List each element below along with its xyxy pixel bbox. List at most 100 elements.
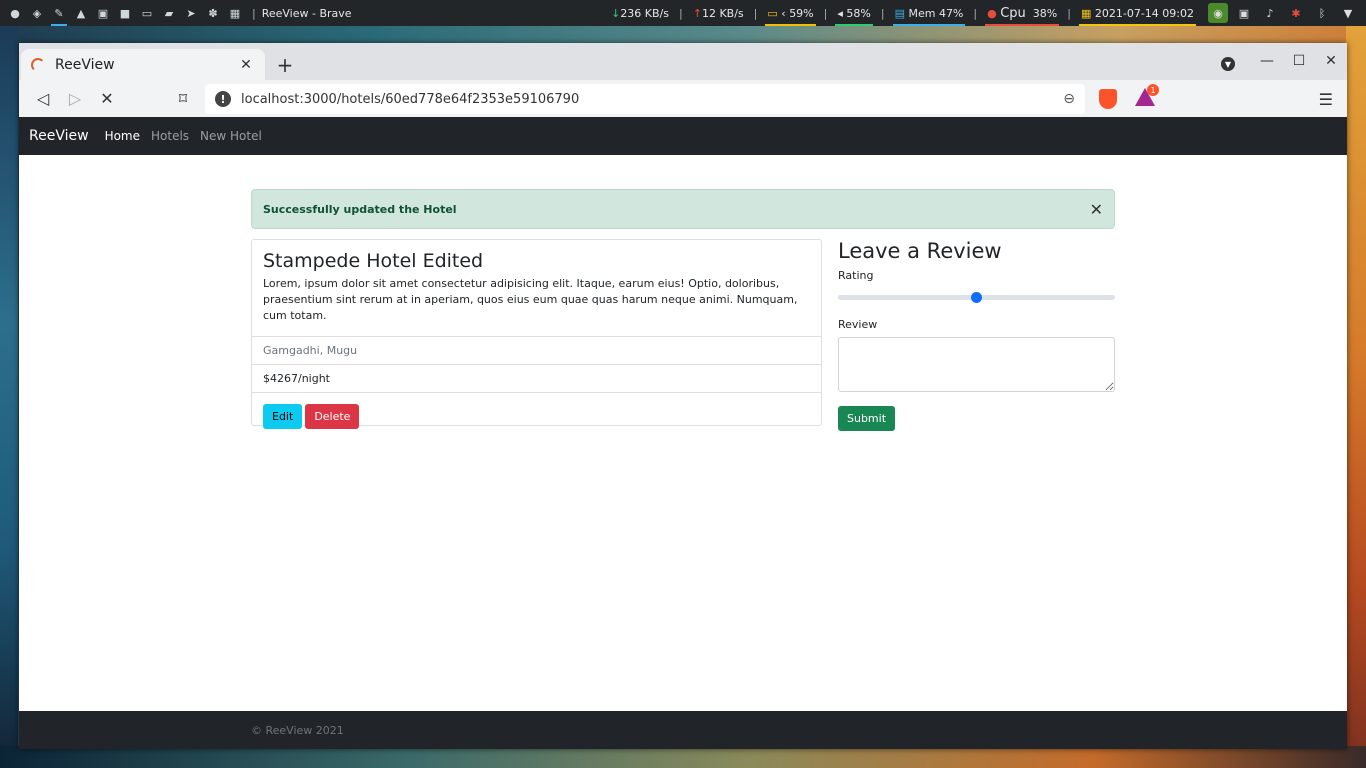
bookmark-icon[interactable]: ⌑ [167, 85, 199, 113]
panel-separator: | [823, 6, 828, 20]
battery-value: 59% [789, 6, 814, 20]
upload-arrow-icon: ↑ [692, 6, 702, 20]
calendar-icon: ▦ [1080, 6, 1092, 20]
memory-icon: ▤ [894, 6, 905, 20]
wifi-tray-icon[interactable]: ▼ [1338, 3, 1358, 23]
chevron-left-icon: ‹ [781, 6, 786, 20]
volume-value: 58% [846, 6, 871, 20]
memory-status[interactable]: ▤ Mem 47% [891, 0, 968, 26]
panel-separator: | [1067, 6, 1071, 20]
app-grid-icon[interactable]: ▦ [224, 0, 246, 26]
panel-separator: | [252, 6, 256, 20]
submit-wrap: Submit [838, 406, 1115, 431]
vpn-tray-icon[interactable]: ◉ [1208, 3, 1228, 23]
new-tab-icon[interactable]: + [275, 55, 295, 75]
datetime-underline [1078, 24, 1196, 26]
volume-tray-icon[interactable]: ♪ [1260, 3, 1280, 23]
loading-spinner-icon [31, 57, 45, 72]
hamburger-menu-icon[interactable]: ☰ [1319, 90, 1333, 109]
desktop-wallpaper-left [0, 26, 18, 768]
footer-text: © ReeView 2021 [251, 723, 344, 737]
review-label: Review [838, 318, 878, 331]
memory-underline [892, 24, 966, 26]
nav-link-home[interactable]: Home [105, 129, 140, 143]
panel-separator: | [753, 6, 758, 20]
stop-loading-icon[interactable]: ✕ [91, 85, 123, 113]
app-menu-icon[interactable]: ● [4, 0, 26, 26]
upload-value: 12 KB/s [701, 6, 744, 20]
screenshot-tray-icon[interactable]: ▣ [1234, 3, 1254, 23]
submit-button[interactable]: Submit [838, 406, 896, 431]
rewards-badge: 1 [1147, 84, 1159, 96]
slider-thumb[interactable] [971, 292, 982, 303]
back-icon[interactable]: ◁ [27, 85, 59, 113]
system-panel: ● ◈ ✎ ▲ ▣ ■ ▭ ▰ ➤ ✽ ▦ | ReeView - Brave … [0, 0, 1366, 26]
download-speed: ↓ 236 KB/s [607, 0, 673, 26]
alert-message: Successfully updated the Hotel [263, 202, 457, 216]
url-text[interactable]: localhost:3000/hotels/60ed778e64f2353e59… [241, 92, 1063, 107]
cpu-value: 38% [1032, 6, 1058, 20]
system-tray: ◉ ▣ ♪ ✱ ᛒ ▼ [1198, 3, 1366, 23]
cpu-status[interactable]: ● Cpu 38% [983, 0, 1061, 26]
review-textarea[interactable] [838, 337, 1115, 392]
desktop-wallpaper-right [1346, 26, 1366, 768]
download-arrow-icon: ↓ [611, 6, 621, 20]
cpu-underline [985, 24, 1060, 26]
panel-separator: | [880, 6, 885, 20]
hotel-title: Stampede Hotel Edited [263, 250, 484, 272]
image-viewer-icon[interactable]: ▣ [92, 0, 114, 26]
flask-icon[interactable]: ▲ [70, 0, 92, 26]
video-camera-icon[interactable]: ■ [114, 0, 136, 26]
cpu-label: Cpu [1000, 5, 1026, 21]
color-picker-icon[interactable]: ✎ [48, 0, 70, 26]
review-heading: Leave a Review [838, 239, 1002, 263]
rating-label: Rating [838, 269, 874, 282]
site-footer: © ReeView 2021 [19, 711, 1347, 749]
tab-search-icon[interactable]: ▼ [1221, 57, 1235, 71]
volume-status[interactable]: ◂ 58% [833, 0, 874, 26]
datetime-status[interactable]: ▦ 2021-07-14 09:02 [1077, 0, 1198, 26]
telegram-icon[interactable]: ➤ [180, 0, 202, 26]
volume-underline [835, 24, 873, 26]
web-page: ReeView Home Hotels New Hotel Successful… [19, 117, 1347, 749]
panel-separator: | [973, 6, 978, 20]
paw-icon[interactable]: ✽ [202, 0, 224, 26]
desktop-wallpaper-bottom [0, 746, 1366, 768]
site-info-icon[interactable]: ! [215, 91, 231, 107]
laptop-icon[interactable]: ▭ [136, 0, 158, 26]
panel-separator: | [679, 6, 683, 20]
folder-icon[interactable]: ▰ [158, 0, 180, 26]
battery-icon: ▭ [767, 6, 778, 20]
battery-status[interactable]: ▭ ‹ 59% [763, 0, 817, 26]
bug-tray-icon[interactable]: ✱ [1286, 3, 1306, 23]
hotel-card: Stampede Hotel Edited Lorem, ipsum dolor… [251, 239, 822, 429]
address-bar[interactable]: ! localhost:3000/hotels/60ed778e64f2353e… [205, 84, 1085, 114]
nav-link-hotels[interactable]: Hotels [151, 129, 189, 143]
minimize-icon[interactable]: — [1251, 53, 1283, 69]
edit-button[interactable]: Edit [263, 404, 303, 429]
close-window-icon[interactable]: ✕ [1315, 53, 1347, 69]
cpu-icon: ● [987, 6, 997, 20]
network-app-icon[interactable]: ◈ [26, 0, 48, 26]
review-form: Leave a Review Rating Review Submit [838, 239, 1115, 431]
speaker-icon: ◂ [837, 6, 843, 20]
zoom-icon[interactable]: ⊖ [1063, 91, 1075, 107]
browser-toolbar: ◁ ▷ ✕ ⌑ ! localhost:3000/hotels/60ed778e… [19, 80, 1347, 117]
browser-tab[interactable]: ReeView ✕ [21, 49, 265, 80]
hotel-price: $4267/night [252, 365, 821, 393]
brave-shields-icon[interactable] [1099, 89, 1117, 109]
browser-titlebar: ReeView ✕ + ▼ — ☐ ✕ [19, 43, 1347, 80]
navbar-brand[interactable]: ReeView [29, 128, 89, 144]
rating-slider[interactable] [838, 286, 1115, 308]
nav-link-new-hotel[interactable]: New Hotel [200, 129, 262, 143]
bluetooth-tray-icon[interactable]: ᛒ [1312, 3, 1332, 23]
hotel-card-body: Stampede Hotel Edited Lorem, ipsum dolor… [252, 240, 821, 337]
panel-launchers: ● ◈ ✎ ▲ ▣ ■ ▭ ▰ ➤ ✽ ▦ [0, 0, 246, 26]
forward-icon[interactable]: ▷ [59, 85, 91, 113]
delete-button[interactable]: Delete [305, 404, 360, 429]
alert-close-icon[interactable]: ✕ [1090, 200, 1103, 219]
hotel-actions: Edit Delete [252, 393, 821, 440]
browser-window: ReeView ✕ + ▼ — ☐ ✕ ◁ ▷ ✕ ⌑ ! localhost:… [19, 43, 1347, 749]
tab-close-icon[interactable]: ✕ [237, 57, 255, 73]
maximize-icon[interactable]: ☐ [1283, 53, 1315, 69]
